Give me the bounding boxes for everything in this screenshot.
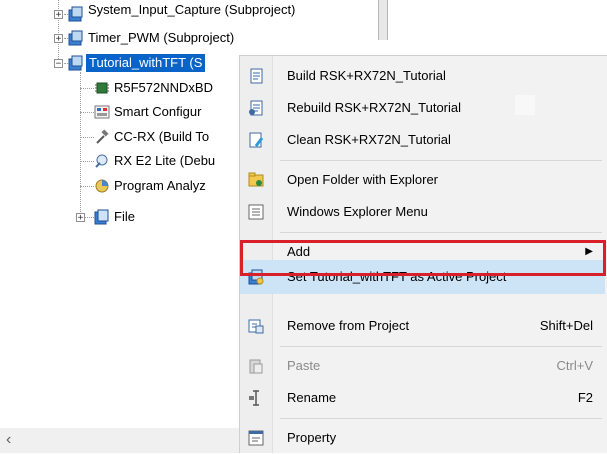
menu-item-clean[interactable]: Clean RSK+RX72N_Tutorial bbox=[240, 124, 605, 156]
menu-item-label: Rebuild RSK+RX72N_Tutorial bbox=[287, 100, 462, 115]
menu-item-label: Rename bbox=[287, 390, 337, 405]
menu-separator bbox=[280, 160, 602, 161]
expand-icon[interactable]: + bbox=[54, 10, 63, 20]
tree-item-label: Program Analyz bbox=[114, 178, 206, 193]
explorer-menu-icon bbox=[248, 204, 264, 220]
menu-item-shortcut: F2 bbox=[577, 390, 593, 405]
menu-separator bbox=[280, 346, 602, 347]
tree-item-build-tool[interactable]: CC-RX (Build To bbox=[94, 128, 240, 146]
menu-item-build[interactable]: Build RSK+RX72N_Tutorial bbox=[240, 60, 605, 92]
remove-icon bbox=[248, 319, 264, 334]
tree-connector bbox=[80, 161, 94, 162]
tree-item-device[interactable]: R5F572NNDxBD bbox=[94, 79, 240, 97]
menu-item-label: Build RSK+RX72N_Tutorial bbox=[287, 68, 446, 83]
folder-icon bbox=[94, 209, 109, 225]
tree-item-timer-pwm[interactable]: + Timer_PWM (Subproject) bbox=[52, 29, 382, 47]
menu-item-label: Property bbox=[287, 430, 337, 445]
tree-item-label: Timer_PWM (Subproject) bbox=[88, 30, 235, 45]
menu-item-paste[interactable]: Paste Ctrl+V bbox=[240, 350, 605, 382]
tree-item-label: R5F572NNDxBD bbox=[114, 80, 213, 95]
paste-icon bbox=[249, 359, 263, 374]
tree-connector bbox=[80, 72, 81, 218]
menu-item-label: Windows Explorer Menu bbox=[287, 204, 428, 219]
hammer-icon bbox=[96, 129, 109, 144]
menu-item-shortcut: Shift+Del bbox=[539, 318, 593, 333]
context-menu: Build RSK+RX72N_Tutorial Rebuild RSK+RX7… bbox=[239, 55, 607, 453]
tree-item-program-analyzer[interactable]: Program Analyz bbox=[94, 177, 240, 195]
tree-item-debug-tool[interactable]: RX E2 Lite (Debu bbox=[94, 152, 240, 170]
scroll-left-icon[interactable]: ‹ bbox=[6, 431, 11, 449]
folder-explorer-icon bbox=[248, 172, 264, 187]
expand-icon[interactable]: + bbox=[76, 213, 85, 223]
menu-item-label: Set Tutorial_withTFT as Active Project bbox=[287, 269, 507, 284]
project-icon bbox=[68, 55, 83, 71]
menu-item-rebuild[interactable]: Rebuild RSK+RX72N_Tutorial bbox=[240, 92, 605, 124]
menu-item-set-active-project[interactable]: Set Tutorial_withTFT as Active Project bbox=[240, 260, 605, 294]
placeholder-box bbox=[515, 95, 535, 115]
menu-item-label: Remove from Project bbox=[287, 318, 410, 333]
menu-item-remove-from-project[interactable]: Remove from Project Shift+Del bbox=[240, 310, 605, 342]
debugger-icon bbox=[95, 154, 108, 168]
analyzer-icon bbox=[95, 179, 109, 193]
tree-connector bbox=[80, 88, 94, 89]
menu-item-property[interactable]: Property bbox=[240, 422, 605, 454]
menu-item-open-folder[interactable]: Open Folder with Explorer bbox=[240, 164, 605, 196]
tree-item-label: Smart Configur bbox=[114, 104, 202, 119]
menu-separator bbox=[280, 232, 602, 233]
tree-item-smart-configurator[interactable]: Smart Configur bbox=[94, 103, 240, 121]
tree-item-label: CC-RX (Build To bbox=[114, 129, 210, 144]
menu-item-label: Clean RSK+RX72N_Tutorial bbox=[287, 132, 451, 147]
build-icon bbox=[250, 68, 263, 84]
tree-item-file[interactable]: + File bbox=[74, 208, 240, 226]
rebuild-icon bbox=[249, 100, 263, 116]
chip-icon bbox=[95, 82, 109, 94]
rename-icon bbox=[249, 390, 259, 406]
menu-item-shortcut: Ctrl+V bbox=[556, 358, 593, 373]
tree-item-label: System_Input_Capture (Subproject) bbox=[88, 5, 296, 17]
tree-connector bbox=[80, 186, 94, 187]
active-project-icon bbox=[248, 269, 264, 285]
tree-connector bbox=[80, 112, 94, 113]
clean-icon bbox=[249, 132, 264, 148]
tree-item-system-input-capture[interactable]: + System_Input_Capture (Subproject) bbox=[52, 5, 382, 23]
menu-item-rename[interactable]: Rename F2 bbox=[240, 382, 605, 414]
horizontal-scrollbar[interactable]: ‹ bbox=[0, 428, 240, 453]
configurator-icon bbox=[94, 105, 110, 119]
property-icon bbox=[248, 430, 264, 446]
panel-splitter[interactable] bbox=[378, 0, 388, 40]
expand-icon[interactable]: + bbox=[54, 34, 63, 44]
tree-item-tutorial-withtft[interactable]: − Tutorial_withTFT (S bbox=[52, 54, 252, 72]
collapse-icon[interactable]: − bbox=[54, 59, 63, 69]
tree-connector bbox=[80, 137, 94, 138]
menu-item-label: Paste bbox=[287, 358, 321, 373]
tree-item-label: File bbox=[114, 209, 135, 224]
menu-item-windows-explorer-menu[interactable]: Windows Explorer Menu bbox=[240, 196, 605, 228]
tree-item-label: Tutorial_withTFT (S bbox=[86, 54, 206, 72]
menu-item-label: Open Folder with Explorer bbox=[287, 172, 439, 187]
project-icon bbox=[68, 30, 83, 46]
menu-separator bbox=[280, 418, 602, 419]
project-icon bbox=[68, 6, 83, 22]
tree-item-label: RX E2 Lite (Debu bbox=[114, 153, 216, 168]
